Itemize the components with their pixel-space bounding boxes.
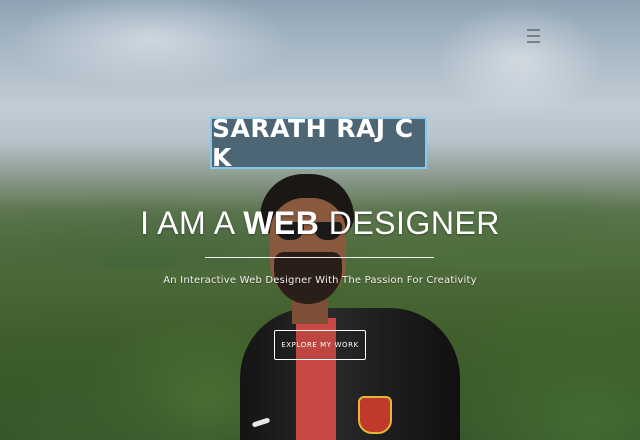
explore-work-button[interactable]: EXPLORE MY WORK — [274, 330, 366, 360]
site-owner-name: SARATH RAJ C K — [212, 114, 414, 172]
headline-prefix: I AM A — [140, 205, 234, 241]
hero-tagline: An Interactive Web Designer With The Pas… — [163, 275, 477, 286]
portrait-badge — [358, 396, 392, 434]
hamburger-menu-icon[interactable] — [527, 29, 540, 45]
menu-bar — [527, 29, 540, 31]
headline-divider — [205, 257, 434, 258]
portrait-jacket — [240, 308, 460, 440]
headline-emphasis: WEB — [243, 205, 320, 241]
menu-bar — [527, 41, 540, 43]
hero-headline: I AM A WEB DESIGNER — [0, 205, 640, 242]
headline-suffix: DESIGNER — [328, 205, 500, 241]
name-banner: SARATH RAJ C K — [210, 114, 427, 172]
menu-bar — [527, 35, 540, 37]
